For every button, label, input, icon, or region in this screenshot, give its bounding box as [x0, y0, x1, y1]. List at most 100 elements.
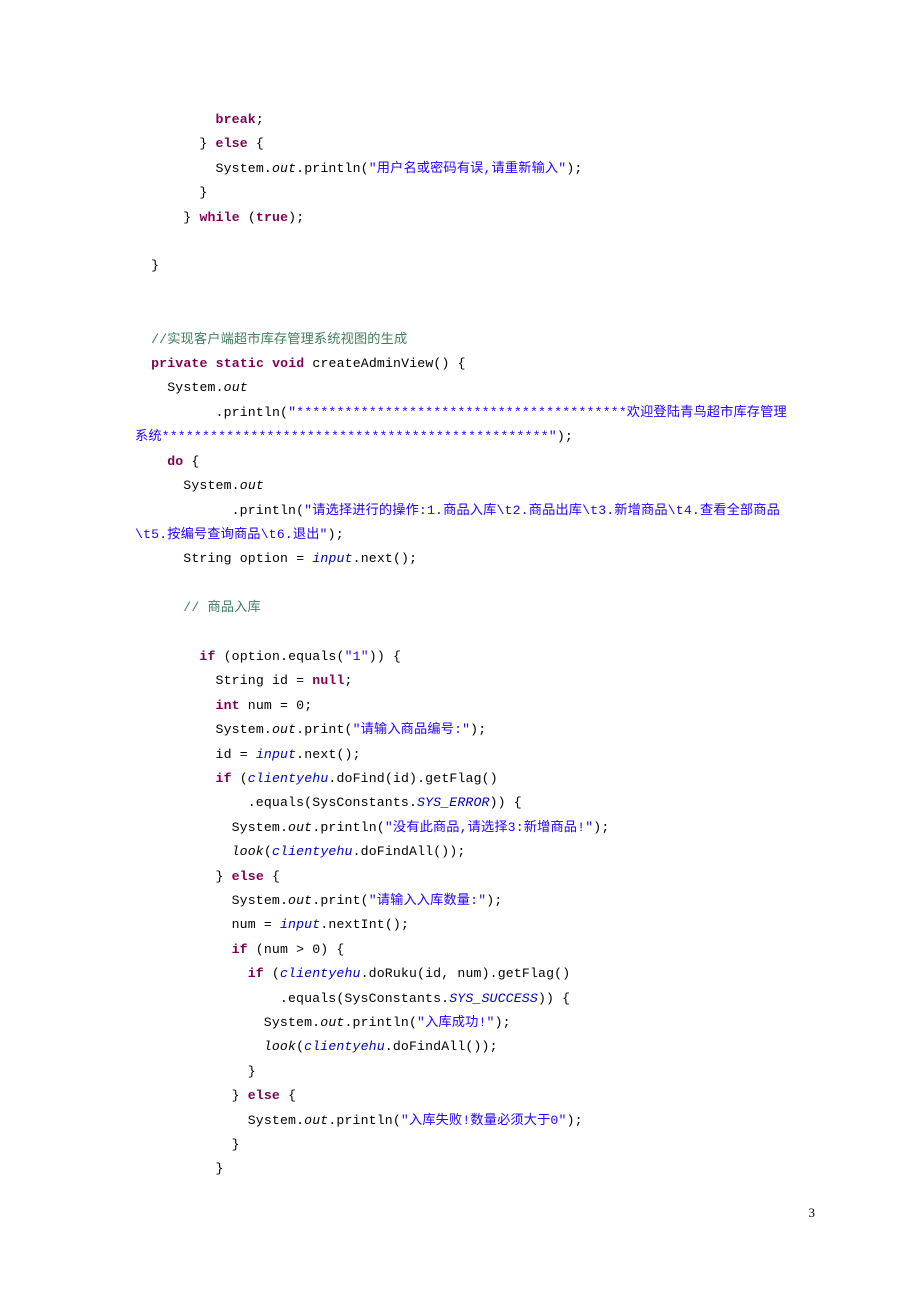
code-line: } [135, 254, 795, 278]
code-token-cmt: // 商品入库 [183, 600, 261, 616]
code-token-kw: true [255, 209, 289, 225]
code-token-plain: ( [239, 209, 256, 225]
code-line: System.out.println("入库失败!数量必须大于0"); [135, 1109, 795, 1133]
code-token-plain: .doRuku(id, num).getFlag() [360, 966, 571, 982]
code-token-plain: num = 0; [239, 697, 313, 713]
code-token-kw: else [247, 1088, 280, 1104]
code-line: System.out.print("请输入商品编号:"); [135, 718, 795, 742]
code-token-plain: (option.equals( [215, 648, 345, 664]
code-token-plain: ; [255, 112, 264, 127]
code-token-plain: .println( [215, 404, 289, 420]
code-token-plain: .equals(SysConstants. [279, 990, 450, 1006]
code-token-plain: System. [247, 1112, 305, 1128]
code-token-fld: SYS_SUCCESS [449, 990, 538, 1006]
code-line: if (clientyehu.doFind(id).getFlag() [135, 767, 795, 791]
code-line: .equals(SysConstants.SYS_SUCCESS)) { [135, 987, 795, 1011]
code-token-plain: String id = [215, 673, 313, 689]
code-token-plain: num = [231, 917, 280, 933]
code-token-plain: ( [263, 966, 280, 982]
code-token-plain: .print( [296, 722, 353, 738]
code-token-plain: )) { [368, 648, 402, 664]
code-line: .println("******************************… [135, 401, 795, 450]
code-token-fld: input [279, 917, 321, 933]
code-token-plain: System. [183, 478, 240, 494]
code-line: System.out.println("没有此商品,请选择3:新增商品!"); [135, 816, 795, 840]
code-line: do { [135, 450, 795, 474]
code-token-fld: clientyehu [271, 844, 353, 860]
code-token-kw: private [151, 356, 208, 372]
code-token-plain: } [247, 1063, 256, 1079]
code-token-str: "用户名或密码有误,请重新输入" [368, 160, 567, 176]
code-token-plain: .doFindAll()); [352, 844, 466, 860]
code-token-plain: { [280, 1088, 297, 1104]
code-token-kw: while [199, 209, 240, 225]
code-token-plain: ); [288, 209, 305, 225]
code-token-plain: ); [556, 429, 573, 445]
code-token-str: "没有此商品,请选择3:新增商品!" [384, 819, 594, 835]
code-line: } [135, 1060, 795, 1084]
code-token-stc: out [271, 722, 297, 738]
code-line: if (num > 0) { [135, 938, 795, 962]
code-line: private static void createAdminView() { [135, 352, 795, 376]
document-page: break;} else {System.out.println("用户名或密码… [0, 0, 920, 1302]
code-token-plain: ( [263, 844, 272, 860]
code-token-kw: if [215, 770, 232, 786]
code-token-fld: clientyehu [247, 770, 329, 786]
code-token-kw: if [199, 648, 216, 664]
code-token-plain: ); [566, 1112, 583, 1128]
code-token-plain: System. [215, 722, 272, 738]
code-line: System.out.print("请输入入库数量:"); [135, 889, 795, 913]
code-token-cmt: //实现客户端超市库存管理系统视图的生成 [151, 331, 408, 347]
code-token-plain: } [151, 258, 160, 274]
code-token-plain: } [231, 1137, 240, 1153]
code-token-plain: ( [296, 1039, 305, 1055]
code-token-plain: )) { [537, 990, 571, 1006]
code-token-kw: static [215, 356, 265, 372]
code-token-stc: out [320, 1015, 345, 1031]
code-token-str: "请输入入库数量:" [368, 893, 487, 908]
code-line: System.out.println("用户名或密码有误,请重新输入"); [135, 157, 795, 181]
code-token-plain: createAdminView() { [304, 356, 466, 372]
code-token-stc: out [239, 478, 264, 494]
code-token-plain: .equals(SysConstants. [247, 795, 418, 811]
code-token-str: "入库成功!" [417, 1015, 495, 1031]
code-token-kw: void [272, 356, 305, 372]
code-token-plain: System. [231, 819, 289, 835]
code-token-plain: } [215, 1161, 224, 1177]
code-token-plain: .nextInt(); [320, 917, 410, 933]
code-line: } else { [135, 865, 795, 889]
code-token-stc: look [231, 844, 264, 860]
code-token-plain: .println( [296, 160, 369, 176]
code-token-fld: input [255, 746, 297, 762]
code-token-plain: )) { [489, 795, 522, 811]
code-line: look(clientyehu.doFindAll()); [135, 1035, 795, 1059]
code-line: .equals(SysConstants.SYS_ERROR)) { [135, 791, 795, 815]
code-line: int num = 0; [135, 694, 795, 718]
code-line: String option = input.next(); [135, 547, 795, 571]
code-token-stc: out [288, 819, 313, 835]
code-token-plain: } [231, 1088, 248, 1104]
code-line: // 商品入库 [135, 596, 795, 620]
code-token-plain: .next(); [352, 551, 418, 567]
code-token-plain: } [199, 136, 216, 152]
code-line: System.out [135, 474, 795, 498]
code-token-plain: ); [327, 526, 344, 542]
code-token-stc: out [288, 893, 313, 908]
code-token-plain: System. [167, 380, 224, 396]
code-line: //实现客户端超市库存管理系统视图的生成 [135, 328, 795, 352]
code-line: if (option.equals("1")) { [135, 645, 795, 669]
code-token-plain: System. [231, 893, 289, 908]
code-line: break; [135, 108, 795, 132]
code-token-kw: if [247, 966, 264, 982]
code-token-plain: ); [486, 893, 503, 908]
code-line: String id = null; [135, 669, 795, 693]
code-line: System.out [135, 376, 795, 400]
code-token-plain: .next(); [296, 746, 361, 762]
code-token-str: "1" [344, 648, 369, 664]
code-line: } [135, 1133, 795, 1157]
